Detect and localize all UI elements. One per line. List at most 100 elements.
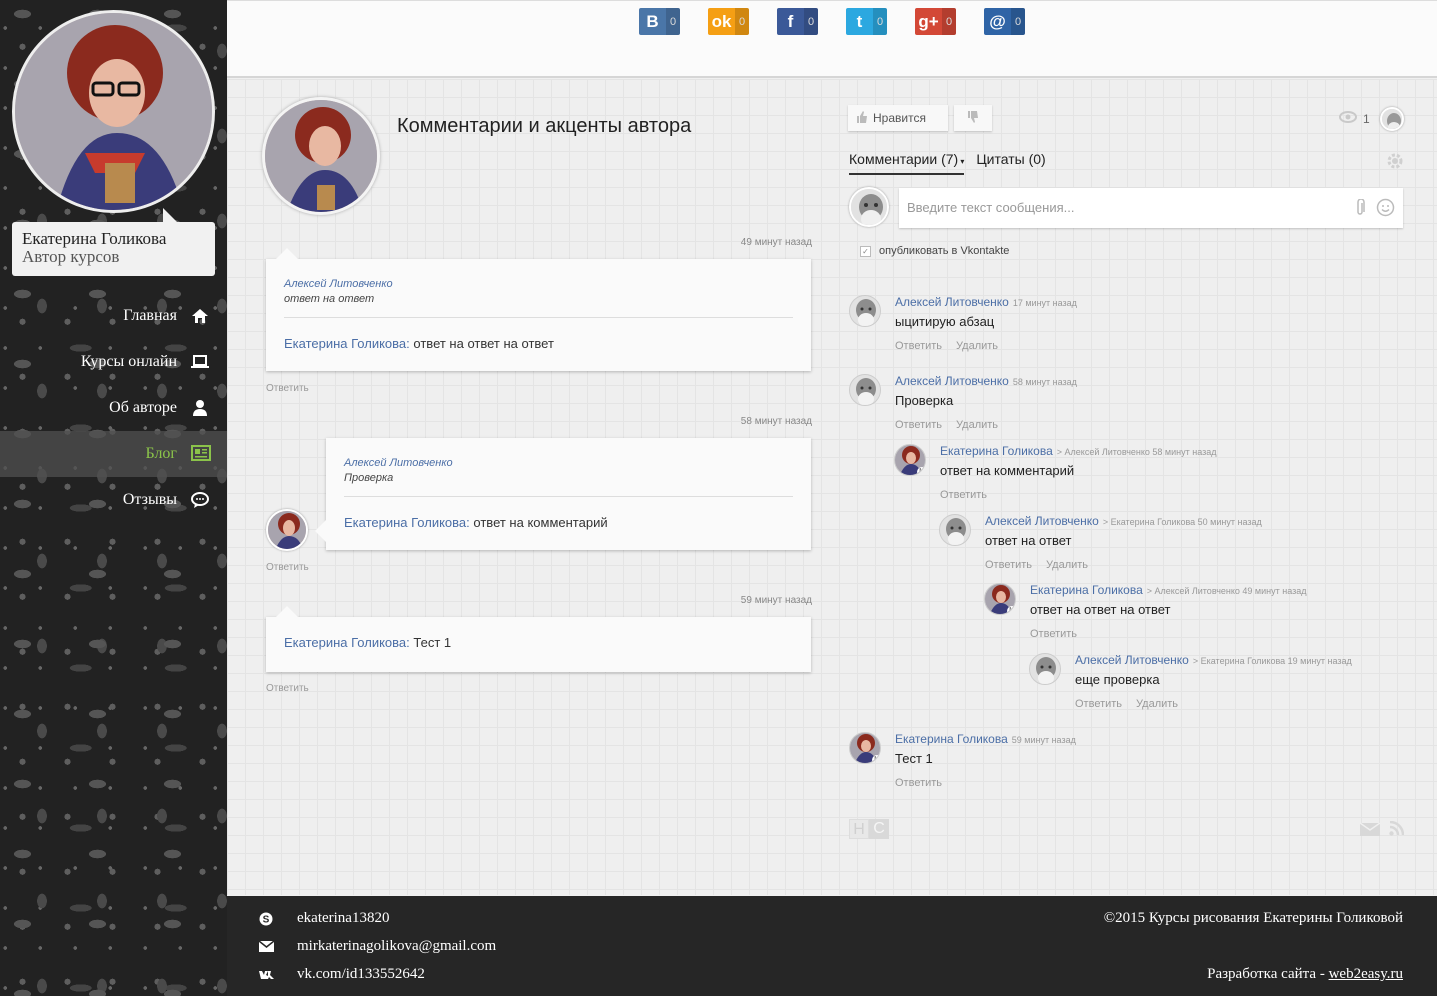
quote-author[interactable]: Алексей Литовченко xyxy=(344,456,793,471)
publish-vk-option[interactable]: ✓ опубликовать в Vkontakte xyxy=(860,245,1009,257)
attach-icon[interactable] xyxy=(1355,198,1365,220)
developer-link[interactable]: web2easy.ru xyxy=(1329,966,1403,982)
tab-quotes[interactable]: Цитаты (0) xyxy=(976,151,1045,173)
like-button[interactable]: Нравится xyxy=(848,105,948,131)
comment-meta: 58 минут назад xyxy=(1012,377,1077,387)
share-button[interactable]: @0 xyxy=(984,8,1025,35)
footer: S ekaterina13820 mirkaterinagolikova@gma… xyxy=(227,896,1437,996)
comment-text: Проверка xyxy=(895,393,954,408)
quote-block: Алексей Литовченко ответ на ответ xyxy=(266,259,811,307)
reply-button[interactable]: Ответить xyxy=(895,777,942,789)
skype-icon: S xyxy=(259,912,275,926)
thumbs-down-icon xyxy=(967,110,979,126)
share-button[interactable]: ok 0 xyxy=(708,8,749,35)
delete-button[interactable]: Удалить xyxy=(956,340,998,352)
nav-item-reviews[interactable]: Отзывы xyxy=(0,477,227,523)
card-timestamp: 49 минут назад xyxy=(740,237,812,248)
comment-author[interactable]: Екатерина Голикова: xyxy=(344,515,470,530)
footer-vk: vk.com/id133552642 xyxy=(259,966,425,983)
comment-meta: > Екатерина Голикова 19 минут назад xyxy=(1192,656,1352,666)
comment-text: ответ на ответ на ответ xyxy=(1030,602,1171,617)
thumbs-up-icon xyxy=(856,110,868,126)
reply-button[interactable]: Ответить xyxy=(940,489,987,501)
footer-email: mirkaterinagolikova@gmail.com xyxy=(258,938,496,955)
dislike-button[interactable] xyxy=(954,105,992,131)
views-counter: 1 xyxy=(1339,111,1370,126)
reply-link[interactable]: Ответить xyxy=(266,562,309,573)
comment-author[interactable]: Екатерина Голикова: xyxy=(284,635,410,650)
share-button[interactable]: f0 xyxy=(777,8,818,35)
moderator-badge: M xyxy=(917,467,925,475)
author-name: Екатерина Голикова xyxy=(22,229,167,248)
quote-text: Проверка xyxy=(344,472,394,484)
settings-gear-icon[interactable] xyxy=(1387,153,1403,172)
comment-author[interactable]: Екатерина Голикова: xyxy=(284,336,410,351)
nav-item-blog[interactable]: Блог xyxy=(0,431,227,477)
facebook-icon: f xyxy=(777,8,804,35)
user-icon xyxy=(191,399,209,417)
vk-link[interactable]: vk.com/id133552642 xyxy=(297,966,425,983)
reply-button[interactable]: Ответить xyxy=(895,340,942,352)
share-button[interactable]: g+ 0 xyxy=(915,8,956,35)
comment-author[interactable]: Екатерина Голикова xyxy=(895,732,1008,746)
main-content: Комментарии и акценты автора 49 минут на… xyxy=(227,79,1437,895)
reply-button[interactable]: Ответить xyxy=(985,559,1032,571)
share-button[interactable]: t0 xyxy=(846,8,887,35)
reply-button[interactable]: Ответить xyxy=(895,419,942,431)
envelope-icon xyxy=(258,939,275,954)
comment-author[interactable]: Алексей Литовченко xyxy=(985,514,1099,528)
author-nameplate: Екатерина Голикова Автор курсов xyxy=(12,208,215,276)
publish-checkbox[interactable]: ✓ xyxy=(860,245,871,257)
comment-text: ответ на ответ xyxy=(985,533,1072,548)
quote-block: Алексей Литовченко Проверка xyxy=(326,438,811,486)
hc-logo: H C xyxy=(849,819,889,839)
reply-link[interactable]: Ответить xyxy=(266,683,309,694)
footer-skype: S ekaterina13820 xyxy=(259,910,389,927)
comment-input[interactable]: Введите текст сообщения... xyxy=(899,188,1403,228)
copyright: ©2015 Курсы рисования Екатерины Голиково… xyxy=(1103,910,1403,926)
commenter-avatar: M xyxy=(849,732,881,764)
moderator-badge: M xyxy=(1007,606,1015,614)
share-button[interactable]: B0 xyxy=(639,8,680,35)
comment-card: Алексей Литовченко Проверка Екатерина Го… xyxy=(315,438,811,550)
home-icon xyxy=(191,307,209,325)
nav-label-about: Об авторе xyxy=(109,399,177,416)
author-avatar xyxy=(12,10,215,213)
rss-icon[interactable] xyxy=(1389,820,1405,839)
reply-button[interactable]: Ответить xyxy=(1075,698,1122,710)
eye-icon xyxy=(1339,111,1357,126)
comment-author[interactable]: Екатерина Голикова xyxy=(940,444,1053,458)
nav-item-about[interactable]: Об авторе xyxy=(0,385,227,431)
email-address[interactable]: mirkaterinagolikova@gmail.com xyxy=(297,938,496,955)
comment-meta: > Алексей Литовченко 58 минут назад xyxy=(1056,447,1217,457)
email-subscribe-icon[interactable] xyxy=(1359,822,1381,839)
nav-item-home[interactable]: Главная xyxy=(0,293,227,339)
quote-author[interactable]: Алексей Литовченко xyxy=(284,277,793,292)
skype-handle[interactable]: ekaterina13820 xyxy=(297,910,389,927)
comment-author[interactable]: Екатерина Голикова xyxy=(1030,583,1143,597)
nav-item-courses[interactable]: Курсы онлайн xyxy=(0,339,227,385)
commenter-avatar xyxy=(1029,653,1061,685)
reply-button[interactable]: Ответить xyxy=(1030,628,1077,640)
vk-icon xyxy=(259,968,275,982)
comment-meta: > Алексей Литовченко 49 минут назад xyxy=(1146,586,1307,596)
delete-button[interactable]: Удалить xyxy=(1046,559,1088,571)
delete-button[interactable]: Удалить xyxy=(956,419,998,431)
comment-author[interactable]: Алексей Литовченко xyxy=(1075,653,1189,667)
tab-comments-label: Комментарии (7) xyxy=(849,151,959,167)
comment-text: ответ на комментарий xyxy=(473,515,608,530)
commenter-avatar xyxy=(266,509,308,551)
comment-author[interactable]: Алексей Литовченко xyxy=(895,295,1009,309)
mail-icon: @ xyxy=(984,8,1011,35)
commenter-avatar: M xyxy=(984,583,1016,615)
comment-author[interactable]: Алексей Литовченко xyxy=(895,374,1009,388)
tab-comments[interactable]: Комментарии (7) ▾ xyxy=(849,151,965,175)
card-timestamp: 59 минут назад xyxy=(740,595,812,606)
share-count: 0 xyxy=(942,8,956,35)
emoji-icon[interactable] xyxy=(1376,198,1395,220)
reply-link[interactable]: Ответить xyxy=(266,383,309,394)
comment-tabs: Комментарии (7) ▾ Цитаты (0) xyxy=(849,151,1046,175)
delete-button[interactable]: Удалить xyxy=(1136,698,1178,710)
card-timestamp: 58 минут назад xyxy=(740,416,812,427)
nav-label-reviews: Отзывы xyxy=(122,491,177,508)
